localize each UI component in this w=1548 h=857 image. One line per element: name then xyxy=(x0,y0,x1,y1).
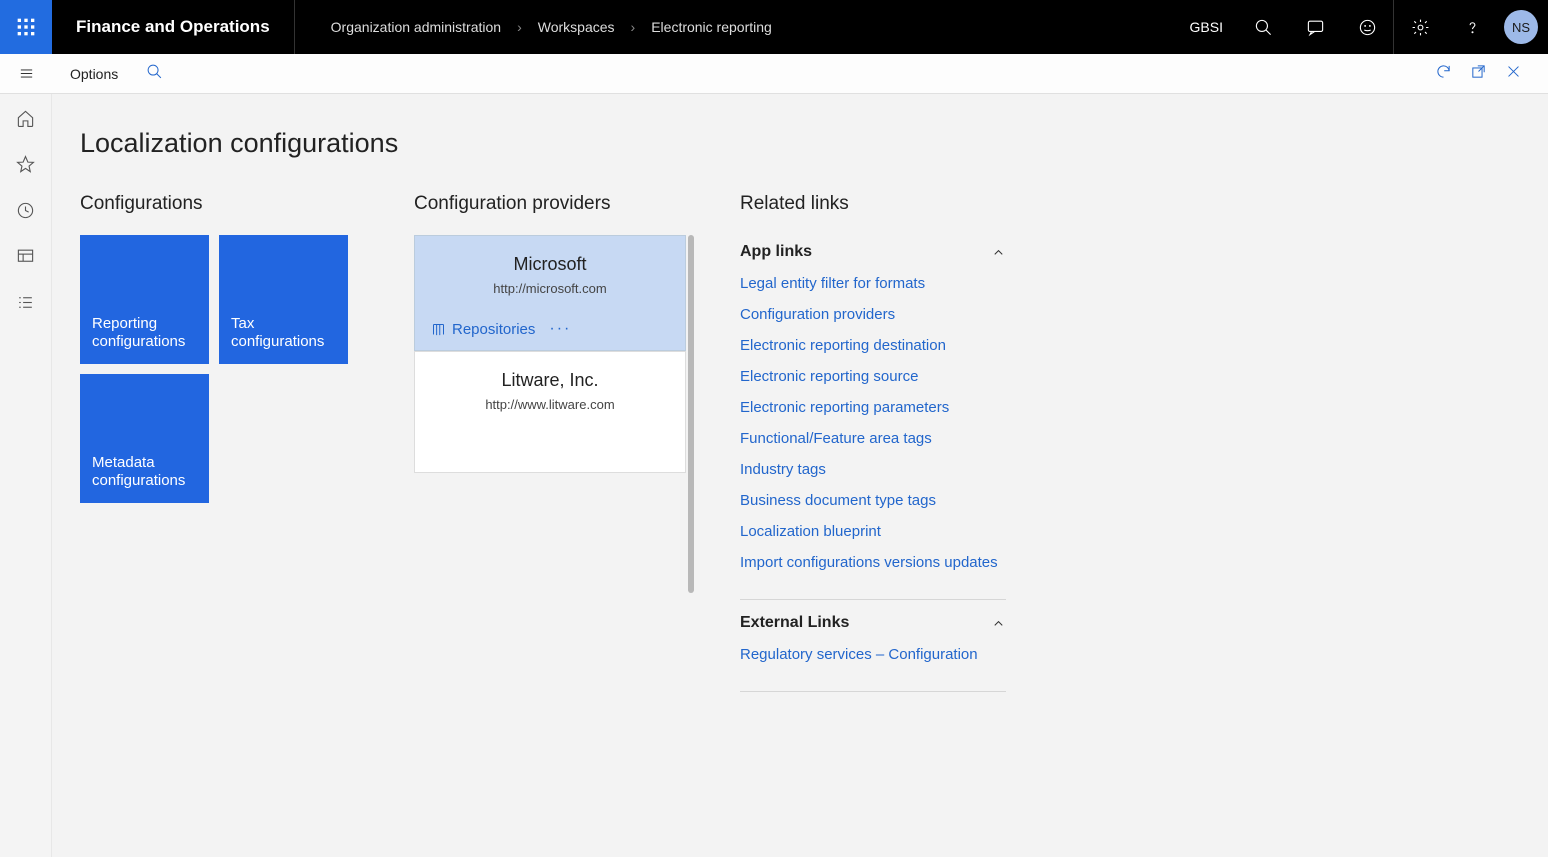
provider-url: http://microsoft.com xyxy=(425,281,675,296)
close-button[interactable] xyxy=(1505,63,1522,85)
action-pane: Options xyxy=(52,54,1548,94)
link-configuration-providers[interactable]: Configuration providers xyxy=(740,306,1020,323)
configurations-section: Configurations Reporting configurations … xyxy=(80,193,360,698)
external-links-title: External Links xyxy=(740,614,849,632)
link-legal-entity-filter[interactable]: Legal entity filter for formats xyxy=(740,275,1020,292)
tile-label: Tax configurations xyxy=(231,315,336,353)
workspace-icon xyxy=(16,247,35,266)
clock-icon xyxy=(16,201,35,220)
link-business-doc-tags[interactable]: Business document type tags xyxy=(740,492,1020,509)
breadcrumb-item[interactable]: Workspaces xyxy=(538,19,615,35)
link-industry-tags[interactable]: Industry tags xyxy=(740,461,1020,478)
settings-button[interactable] xyxy=(1394,0,1446,54)
provider-name: Microsoft xyxy=(425,254,675,275)
refresh-icon xyxy=(1435,63,1452,80)
provider-name: Litware, Inc. xyxy=(425,370,675,391)
provider-url: http://www.litware.com xyxy=(425,397,675,412)
section-divider xyxy=(740,691,1006,692)
chevron-right-icon: › xyxy=(631,19,636,35)
external-links-list: Regulatory services – Configuration xyxy=(740,640,1020,681)
repositories-button[interactable]: Repositories xyxy=(431,321,535,338)
options-button[interactable]: Options xyxy=(64,66,124,82)
popout-button[interactable] xyxy=(1470,63,1487,85)
modules-icon xyxy=(16,293,35,312)
link-regulatory-services[interactable]: Regulatory services – Configuration xyxy=(740,646,1020,663)
topbar-right-tools: GBSI NS xyxy=(1176,0,1548,54)
app-links-toggle[interactable]: App links xyxy=(740,235,1006,269)
refresh-button[interactable] xyxy=(1435,63,1452,85)
close-icon xyxy=(1505,63,1522,80)
search-icon xyxy=(146,63,163,80)
user-avatar[interactable]: NS xyxy=(1504,10,1538,44)
link-er-destination[interactable]: Electronic reporting destination xyxy=(740,337,1020,354)
nav-toggle-button[interactable] xyxy=(0,54,52,94)
breadcrumb: Organization administration › Workspaces… xyxy=(295,19,772,35)
home-icon xyxy=(16,109,35,128)
message-icon xyxy=(1306,18,1325,37)
configurations-heading: Configurations xyxy=(80,193,360,215)
popout-icon xyxy=(1470,63,1487,80)
provider-card-header[interactable]: Microsoft http://microsoft.com xyxy=(415,236,685,310)
feedback-button[interactable] xyxy=(1341,0,1393,54)
search-button[interactable] xyxy=(1237,0,1289,54)
rail-home-button[interactable] xyxy=(14,106,38,130)
repositories-label: Repositories xyxy=(452,321,535,338)
link-import-config-updates[interactable]: Import configurations versions updates xyxy=(740,554,1020,571)
provider-more-button[interactable]: ··· xyxy=(549,320,571,338)
chevron-right-icon: › xyxy=(517,19,522,35)
related-links-heading: Related links xyxy=(740,193,1020,215)
provider-card-microsoft[interactable]: Microsoft http://microsoft.com Repositor… xyxy=(414,235,686,351)
workspace-content: Localization configurations Configuratio… xyxy=(52,94,1548,857)
hamburger-icon xyxy=(18,65,35,82)
rail-recent-button[interactable] xyxy=(14,198,38,222)
breadcrumb-item[interactable]: Organization administration xyxy=(331,19,501,35)
app-links-title: App links xyxy=(740,243,812,261)
page-search-button[interactable] xyxy=(146,63,163,85)
search-icon xyxy=(1254,18,1273,37)
smiley-icon xyxy=(1358,18,1377,37)
link-er-source[interactable]: Electronic reporting source xyxy=(740,368,1020,385)
rail-workspaces-button[interactable] xyxy=(14,244,38,268)
chevron-up-icon xyxy=(991,616,1006,631)
link-localization-blueprint[interactable]: Localization blueprint xyxy=(740,523,1020,540)
app-title[interactable]: Finance and Operations xyxy=(52,0,295,54)
app-links-list: Legal entity filter for formats Configur… xyxy=(740,269,1020,589)
provider-card-litware[interactable]: Litware, Inc. http://www.litware.com xyxy=(414,351,686,473)
company-selector[interactable]: GBSI xyxy=(1176,19,1237,35)
tile-label: Reporting configurations xyxy=(92,315,197,353)
chevron-up-icon xyxy=(991,245,1006,260)
waffle-icon xyxy=(16,17,36,37)
related-links-section: Related links App links Legal entity fil… xyxy=(740,193,1020,698)
link-er-parameters[interactable]: Electronic reporting parameters xyxy=(740,399,1020,416)
providers-section: Configuration providers Microsoft http:/… xyxy=(414,193,686,698)
navigation-rail xyxy=(0,94,52,857)
question-icon xyxy=(1463,18,1482,37)
tile-reporting-configurations[interactable]: Reporting configurations xyxy=(80,235,209,364)
messages-button[interactable] xyxy=(1289,0,1341,54)
tile-metadata-configurations[interactable]: Metadata configurations xyxy=(80,374,209,503)
tile-tax-configurations[interactable]: Tax configurations xyxy=(219,235,348,364)
external-links-toggle[interactable]: External Links xyxy=(740,606,1006,640)
help-button[interactable] xyxy=(1446,0,1498,54)
section-divider xyxy=(740,599,1006,600)
breadcrumb-item[interactable]: Electronic reporting xyxy=(651,19,772,35)
repositories-icon xyxy=(431,322,446,337)
top-navigation-bar: Finance and Operations Organization admi… xyxy=(0,0,1548,54)
star-icon xyxy=(16,155,35,174)
app-launcher-button[interactable] xyxy=(0,0,52,54)
provider-card-header[interactable]: Litware, Inc. http://www.litware.com xyxy=(415,352,685,426)
link-feature-area-tags[interactable]: Functional/Feature area tags xyxy=(740,430,1020,447)
tile-label: Metadata configurations xyxy=(92,454,197,492)
rail-modules-button[interactable] xyxy=(14,290,38,314)
providers-heading: Configuration providers xyxy=(414,193,686,215)
rail-favorites-button[interactable] xyxy=(14,152,38,176)
gear-icon xyxy=(1411,18,1430,37)
providers-scrollbar[interactable] xyxy=(688,235,694,593)
page-title: Localization configurations xyxy=(80,128,1520,159)
